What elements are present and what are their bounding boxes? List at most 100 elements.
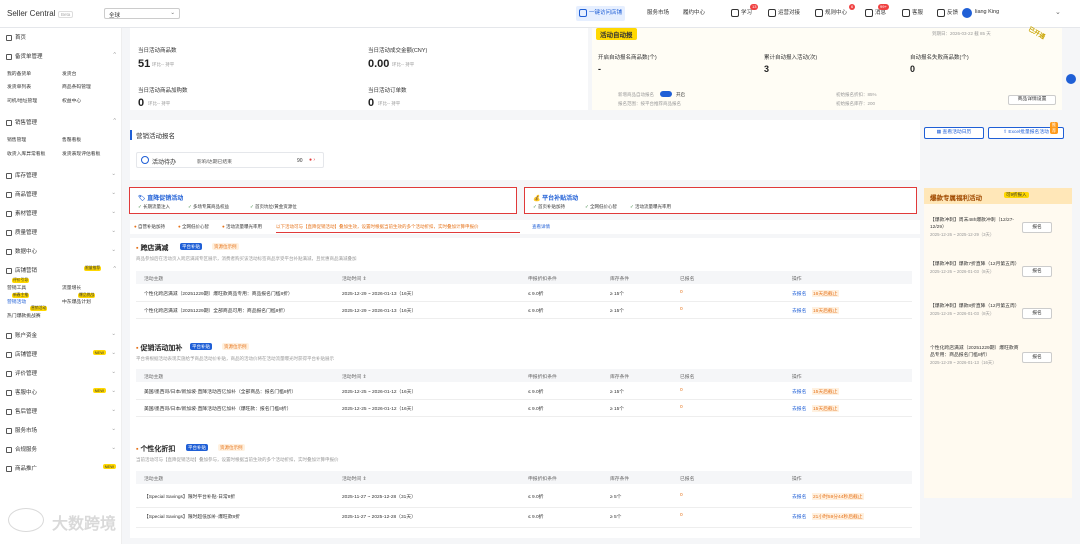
col-header: 操作 [792, 477, 802, 482]
enroll-link[interactable]: 去报名 [792, 388, 806, 395]
sidebar-sub-shipping-eval[interactable]: 发货表现评估看板 [62, 150, 100, 157]
platform-subsidy-tag: 平台补贴 [186, 444, 208, 451]
sales-icon [6, 119, 12, 126]
details-link[interactable]: 查看详情 [532, 224, 550, 230]
sidebar-sub-shipping-desk[interactable]: 发货台 [62, 70, 76, 77]
subsidy-tag-text: 平台补贴 [190, 343, 212, 350]
stat-label: 当日活动订单数 [368, 88, 407, 94]
chat-icon[interactable] [1066, 74, 1076, 84]
sidebar-item-quality[interactable]: 质量管理 ⌄ [6, 228, 116, 236]
sidebar-item-order-mgmt[interactable]: 备货单管理 ^ [6, 52, 116, 60]
sidebar-item-label: 客服中心 [15, 390, 38, 396]
sidebar-sub-receiving[interactable]: 收货入库异常看板 [7, 150, 45, 157]
nav-service-market[interactable]: 服务市场 [644, 6, 672, 21]
sidebar-item-inventory[interactable]: 库存管理 ⌄ [6, 171, 116, 179]
section-title: ▪ 个性化折扣 [136, 444, 175, 454]
sidebar-item-promotion[interactable]: 商品推广 NEW [6, 464, 116, 472]
enroll-button[interactable]: 报名 [1022, 222, 1052, 233]
sidebar-sub-middle-east[interactable]: 中东爆品计划 [62, 298, 91, 305]
sidebar-sub-soldout[interactable]: 售罄看板 [62, 136, 81, 143]
auto-enroll-title: 活动自动报 [596, 28, 637, 40]
book-icon [731, 8, 739, 17]
hot-product-welfare-panel: 爆款专属福利活动 可9折报入 【爆款冲刺】周末48h爆款冲刺（12/27-12/… [924, 188, 1072, 498]
sidebar-sub-hot-challenge[interactable]: 热门爆款挑战赛 [7, 312, 41, 319]
resource-example-text: 资源位示例 [212, 243, 239, 250]
enroll-link[interactable]: 去报名 [792, 493, 806, 500]
sidebar-item-store[interactable]: 店铺管理 NEW ⌄ [6, 350, 116, 358]
promo-icon [6, 465, 12, 472]
welfare-panel-tag: 可9折报入 [1004, 192, 1029, 198]
nav-fulfillment-center[interactable]: 履约中心 [680, 6, 708, 21]
filter-item[interactable]: ● 全网低价心智 [178, 224, 209, 230]
product-settings-button[interactable]: 商品详情设置 [1008, 95, 1056, 105]
sidebar-item-home[interactable]: 首页 [6, 33, 116, 41]
sidebar-sub-driver-mgmt[interactable]: 司机/地址管理 [7, 97, 37, 104]
direct-discount-label: 直降促销活动 [147, 196, 184, 202]
sidebar-item-data[interactable]: 数据中心 ⌄ [6, 247, 116, 255]
sidebar-sub-benefits[interactable]: 权益中心 [62, 97, 81, 104]
activity-section-title: 营销活动报名 [130, 130, 175, 140]
resource-example-link[interactable]: 资源位示例 [212, 243, 239, 250]
app-logo[interactable]: Seller Central [7, 9, 55, 18]
sidebar-item-aftersales[interactable]: 售后管理 ⌄ [6, 407, 116, 415]
sidebar-sub-sales[interactable]: 销售管理 [7, 136, 26, 143]
region-select[interactable]: 全球 ⌄ [104, 8, 180, 19]
direct-discount-box[interactable]: 🏷 直降促销活动 ✓ 长期流量注入 ✓ 多场专属商品权益 ✓ 首页坑位/黄金资源… [129, 187, 517, 214]
sidebar-item-account[interactable]: 账户资金 ⌄ [6, 331, 116, 339]
visit-store-button[interactable]: 一键访问店铺 [576, 6, 626, 21]
enroll-link[interactable]: 去报名 [792, 405, 806, 412]
sidebar-sub-barcode-mgmt[interactable]: 商品条码管理 [62, 83, 91, 90]
sidebar-item-materials[interactable]: 素材管理 ⌄ [6, 209, 116, 217]
filter-item-label: 活动流量曝光率用 [225, 224, 262, 229]
activity-calendar-button[interactable]: ▦ 查看活动日历 [924, 127, 984, 139]
sidebar-sub-my-orders[interactable]: 我的备货单 [7, 70, 31, 77]
sidebar-sub-shipping-list[interactable]: 发货单列表 [7, 83, 31, 90]
enroll-link[interactable]: 去报名 [792, 290, 806, 297]
sidebar-sub-traffic-growth[interactable]: 流量增长 [62, 284, 81, 291]
feedback-button[interactable]: 反馈 [934, 6, 961, 21]
enroll-button[interactable]: 报名 [1022, 352, 1052, 363]
sidebar-item-service-market[interactable]: 服务市场 ⌄ [6, 426, 116, 434]
enroll-button[interactable]: 报名 [1022, 266, 1052, 277]
enrolled-count: 0 [680, 405, 683, 410]
sidebar-sub-marketing-activity[interactable]: 营销活动 [7, 298, 26, 305]
col-header[interactable]: 活动时间 ⇕ [342, 275, 367, 282]
user-name[interactable]: liang King [975, 9, 999, 15]
visit-store-label: 一键访问店铺 [589, 10, 623, 16]
sidebar-sub-marketing-tools[interactable]: 营销工具 [7, 284, 26, 291]
enroll-link[interactable]: 去报名 [792, 307, 806, 314]
sidebar-item-reviews[interactable]: 评价管理 ⌄ [6, 369, 116, 377]
sidebar-item-sales-mgmt[interactable]: 销售管理 ^ [6, 118, 116, 126]
rules-button[interactable]: 规则中心 [812, 6, 850, 21]
enroll-link[interactable]: 去报名 [792, 513, 806, 520]
enroll-button[interactable]: 报名 [1022, 308, 1052, 319]
filter-item[interactable]: ● 活动流量曝光率用 [222, 224, 262, 230]
activity-header: 营销活动报名 ▦ 查看活动日历 ⇪ Excel批量报名活动 推荐 活动待办 影响… [130, 120, 1064, 180]
auto-enroll-toggle[interactable] [660, 91, 672, 97]
customer-service-button[interactable]: 客服 [899, 6, 926, 21]
filter-item[interactable]: ● 自营补贴加持 [134, 224, 165, 230]
avatar[interactable] [962, 8, 972, 18]
section-title: ▪ 促销活动加补 [136, 343, 182, 353]
table-row: 个性化跨店满减（20251229期）爆旺款商品专用：商品报名门槛8折） 2025… [136, 285, 912, 302]
sidebar-item-label: 服务市场 [15, 428, 38, 434]
enrolled-count: 0 [680, 513, 683, 518]
sidebar-item-marketing[interactable]: 店铺营销 限量推荐 ^ [6, 266, 116, 274]
platform-subsidy-box[interactable]: 💰 平台补贴活动 ✓ 首页补贴加持 ✓ 全网低价心智 ✓ 活动流量曝光率用 [524, 187, 917, 214]
sidebar-item-label: 质量管理 [15, 230, 38, 236]
sidebar-item-compliance[interactable]: 合规服务 ⌄ [6, 445, 116, 453]
sidebar-item-products[interactable]: 商品管理 ⌄ [6, 190, 116, 198]
chevron-down-icon[interactable]: ⌄ [1055, 8, 1061, 16]
ops-button[interactable]: 运营对接 [765, 6, 803, 21]
col-header[interactable]: 活动时间 ⇕ [342, 475, 367, 482]
chevron-down-icon: ⌄ [111, 445, 116, 451]
resource-example-link[interactable]: 资源位示例 [218, 444, 245, 451]
pending-todo-bar[interactable]: 活动待办 影响/达期已结束 90 ● › [136, 152, 324, 168]
watermark: 大数跨境 [8, 508, 116, 534]
stat-compare: 环比-- 持平 [378, 101, 401, 106]
resource-example-link[interactable]: 资源位示例 [222, 343, 249, 350]
col-header: 申报折扣条件 [528, 277, 557, 282]
chevron-down-icon: ⌄ [111, 228, 116, 234]
col-header[interactable]: 活动时间 ⇕ [342, 373, 367, 380]
sidebar-item-cs[interactable]: 客服中心 NEW ⌄ [6, 388, 116, 396]
